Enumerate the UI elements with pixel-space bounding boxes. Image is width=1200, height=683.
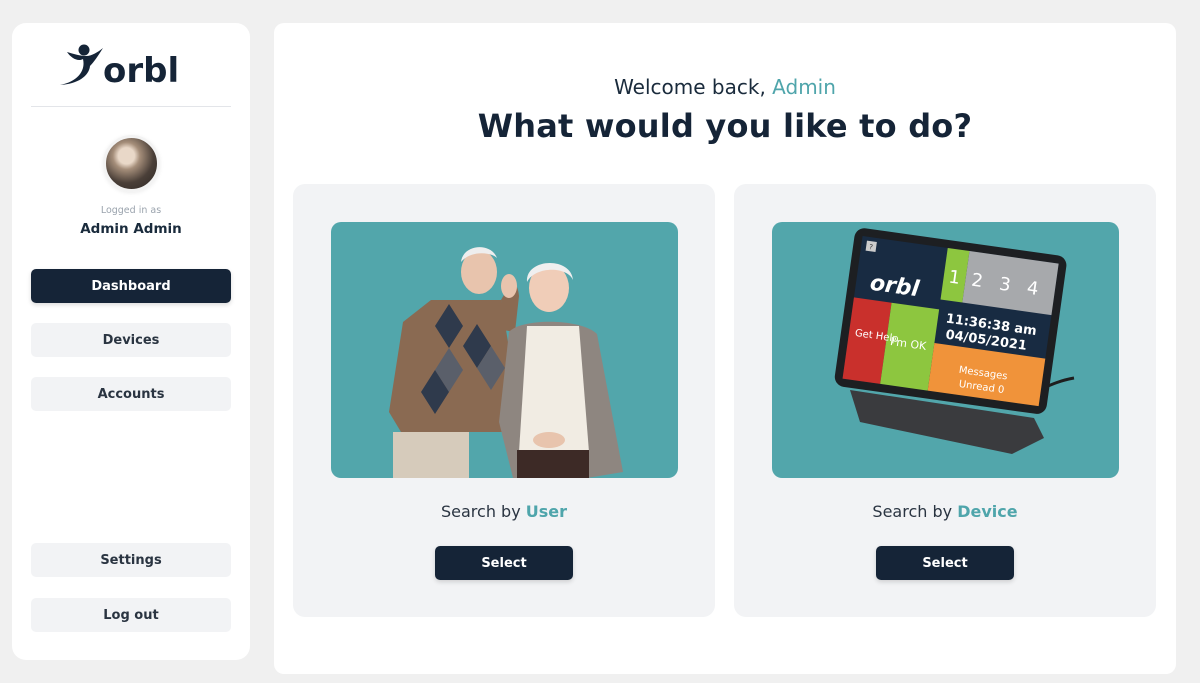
elderly-couple-image [331, 222, 678, 478]
search-by-device-select-button[interactable]: Select [876, 546, 1014, 580]
user-name: Admin Admin [80, 221, 182, 237]
main-panel: Welcome back, Admin What would you like … [274, 23, 1176, 674]
tablet-device-illustration: ? orbl 1 2 3 4 11:36:38 am 04/05/2021 Ge… [834, 228, 1075, 454]
logged-in-label: Logged in as [100, 205, 162, 216]
avatar[interactable] [103, 135, 160, 192]
tablet-device-image: ? orbl 1 2 3 4 11:36:38 am 04/05/2021 Ge… [772, 222, 1119, 478]
nav-dashboard-button[interactable]: Dashboard [31, 269, 231, 303]
nav-accounts-button[interactable]: Accounts [31, 377, 231, 411]
orbl-logo[interactable]: orbl [12, 37, 250, 97]
search-by-device-card: ? orbl 1 2 3 4 11:36:38 am 04/05/2021 Ge… [734, 184, 1156, 617]
page-headline: What would you like to do? [477, 107, 973, 145]
welcome-prefix: Welcome back, [614, 75, 773, 99]
caption-prefix: Search by [440, 502, 526, 521]
sidebar: orbl Logged in as Admin Admin Dashboard … [12, 23, 250, 660]
search-by-device-caption: Search by Device [734, 502, 1156, 521]
search-by-user-card: Search by User Select [293, 184, 715, 617]
welcome-message: Welcome back, Admin [274, 75, 1176, 99]
caption-accent: Device [957, 502, 1018, 521]
logo-wordmark: orbl [103, 51, 179, 91]
search-by-user-select-button[interactable]: Select [435, 546, 573, 580]
nav-devices-button[interactable]: Devices [31, 323, 231, 357]
logo-divider [31, 106, 231, 107]
caption-accent: User [525, 502, 568, 521]
caption-prefix: Search by [872, 502, 958, 521]
search-by-user-caption: Search by User [293, 502, 715, 521]
elderly-couple-illustration [389, 247, 623, 478]
welcome-user-name: Admin [772, 75, 836, 99]
logout-button[interactable]: Log out [31, 598, 231, 632]
orbl-logo-icon: orbl [60, 44, 179, 91]
settings-button[interactable]: Settings [31, 543, 231, 577]
